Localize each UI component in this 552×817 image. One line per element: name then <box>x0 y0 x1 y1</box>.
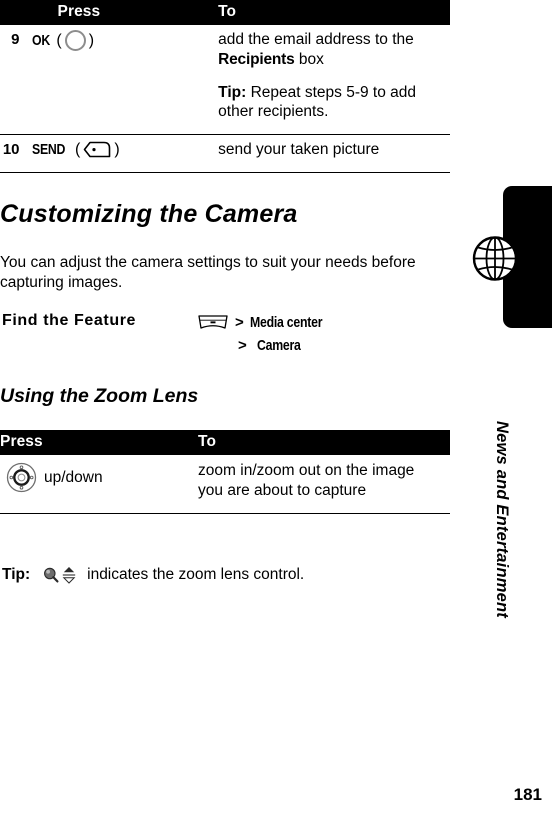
paren-open: ( <box>75 140 81 158</box>
menu-key-icon <box>197 314 229 331</box>
recipients-key-label: Recipients <box>218 50 295 68</box>
to-text-post: box <box>294 50 324 68</box>
tip-body: Repeat steps 5-9 to add other recipients… <box>218 83 417 121</box>
to-cell: send your taken picture <box>212 134 450 174</box>
header-press: Press <box>0 430 193 455</box>
find-the-feature: Find the Feature > Media center > Camera <box>2 312 338 357</box>
press-cell: up/down <box>0 455 193 514</box>
step-number: 10 <box>0 134 24 174</box>
page-content: Press To 9 OK ( ) add the email address … <box>0 0 450 817</box>
header-to: To <box>212 0 450 25</box>
chapter-sidebar: News and Entertainment 181 <box>450 0 552 817</box>
send-key-label: SEND <box>31 141 65 159</box>
subsection-title: Using the Zoom Lens <box>0 385 199 407</box>
chapter-label-text: News and Entertainment <box>492 421 511 618</box>
key-table-send: Press To 9 OK ( ) add the email address … <box>0 0 450 174</box>
chapter-label: News and Entertainment <box>450 360 552 740</box>
ok-key-label: OK <box>31 32 50 49</box>
table-row: 9 OK ( ) add the email address to the Re… <box>0 25 450 136</box>
section-title: Customizing the Camera <box>0 200 298 228</box>
zoom-magnifier-icon <box>43 567 59 583</box>
menu-path-row: > Camera <box>238 335 338 357</box>
press-cell: OK ( ) <box>23 25 213 136</box>
header-to: To <box>192 430 450 455</box>
to-text-pre: add the email address to the <box>218 31 414 48</box>
table-row: 10 SEND ( ) send your taken picture <box>0 134 450 174</box>
table-header-row: Press To <box>0 0 450 25</box>
to-cell: zoom in/zoom out on the image you are ab… <box>192 455 450 514</box>
to-paragraph: add the email address to the Recipients … <box>218 30 440 70</box>
section-intro: You can adjust the camera settings to su… <box>0 254 416 292</box>
menu-path-row: > Media center <box>197 312 338 334</box>
table-header-row: Press To <box>0 430 450 455</box>
tip-lead: Tip: <box>218 83 247 101</box>
path-item-media-center: Media center <box>249 314 323 331</box>
to-paragraph: zoom in/zoom out on the image you are ab… <box>198 462 415 499</box>
navigation-key-icon <box>6 462 37 493</box>
tip-lead: Tip: <box>2 566 31 583</box>
up-down-arrow-icon <box>62 566 76 584</box>
path-separator: > <box>235 314 244 331</box>
ok-key-ring-icon <box>64 30 86 51</box>
paren-close: ) <box>88 31 95 49</box>
header-press: Press <box>23 0 213 25</box>
tip-icon-group <box>43 566 76 584</box>
path-item-camera: Camera <box>256 336 301 354</box>
send-key-icon <box>83 140 111 159</box>
step-number: 9 <box>0 25 24 136</box>
navigation-key-label: up/down <box>44 468 103 486</box>
tip-text: indicates the zoom lens control. <box>87 566 305 583</box>
header-spacer <box>0 0 24 25</box>
to-paragraph: send your taken picture <box>218 141 380 159</box>
find-the-feature-path: > Media center > Camera <box>197 312 338 357</box>
page-number: 181 <box>513 785 542 804</box>
path-separator: > <box>238 336 247 354</box>
tip-paragraph: Tip: Repeat steps 5-9 to add other recip… <box>218 83 440 123</box>
press-cell: SEND ( ) <box>23 134 213 174</box>
zoom-tip-line: Tip: indicates the zoom lens control. <box>2 566 304 584</box>
to-cell: add the email address to the Recipients … <box>212 25 450 136</box>
paren-close: ) <box>114 140 120 158</box>
find-the-feature-label: Find the Feature <box>2 312 137 329</box>
globe-icon <box>472 236 518 281</box>
key-table-zoom: Press To up/down zoom in/zoom out on the… <box>0 430 450 514</box>
paren-open: ( <box>56 31 62 49</box>
table-row: up/down zoom in/zoom out on the image yo… <box>0 455 450 514</box>
